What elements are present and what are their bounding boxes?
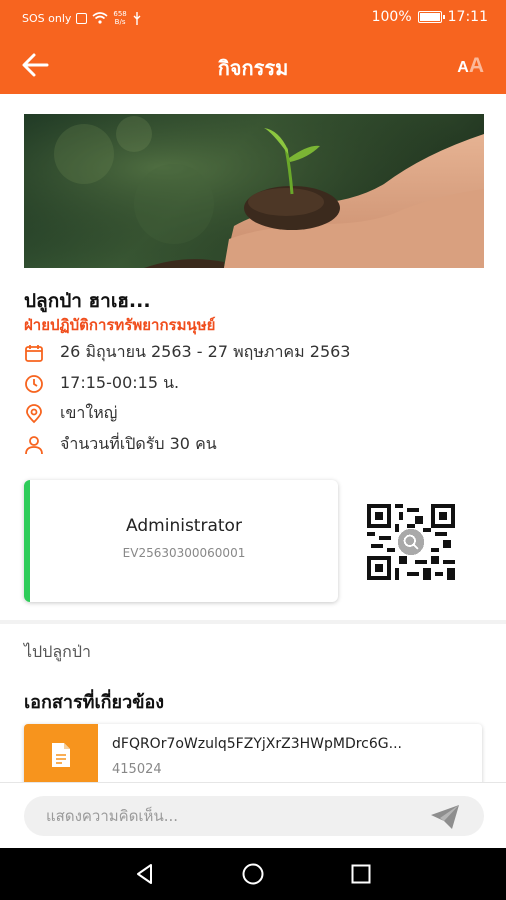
- document-icon-box: [24, 724, 98, 786]
- event-capacity-row: จำนวนที่เปิดรับ 30 คน: [24, 432, 217, 457]
- circle-home-icon: [242, 863, 264, 885]
- location-pin-icon: [26, 403, 42, 423]
- nav-back-button[interactable]: [133, 862, 157, 886]
- event-date: 26 มิถุนายน 2563 - 27 พฤษภาคม 2563: [60, 342, 351, 361]
- status-bar-right: 100% 17:11: [372, 9, 488, 25]
- section-divider: [0, 620, 506, 624]
- document-name: dFQROr7oWzulq5FZYjXrZ3HWpMDrc6G...: [112, 736, 402, 752]
- qr-code-icon: [367, 504, 455, 580]
- seedling-in-hands-illustration: [24, 114, 484, 268]
- ticket-status-bar: [24, 480, 30, 602]
- speed-unit: B/s: [114, 18, 126, 26]
- ticket-code: EV25630300060001: [122, 546, 246, 560]
- triangle-back-icon: [137, 864, 152, 884]
- event-description: ไปปลูกป่า: [24, 642, 91, 661]
- carrier-text: SOS only: [22, 11, 72, 25]
- event-organizer: ฝ่ายปฏิบัติการทรัพยากรมนุษย์: [24, 316, 216, 334]
- send-button[interactable]: [430, 804, 460, 830]
- event-cover-image: [24, 114, 484, 268]
- event-time-row: 17:15-00:15 น.: [24, 371, 179, 396]
- page-title: กิจกรรม: [217, 56, 289, 80]
- status-bar-left: SOS only 658 B/s: [22, 10, 142, 26]
- event-date-row: 26 มิถุนายน 2563 - 27 พฤษภาคม 2563: [24, 340, 350, 365]
- event-time: 17:15-00:15 น.: [60, 373, 180, 392]
- document-icon: [52, 743, 70, 767]
- network-speed: 658 B/s: [113, 10, 126, 26]
- comment-bar: [0, 782, 506, 848]
- speed-value: 658: [113, 10, 127, 18]
- battery-percent: 100%: [371, 9, 412, 25]
- document-size: 415024: [112, 762, 162, 777]
- person-icon: [25, 435, 43, 454]
- font-size-button[interactable]: AA: [457, 54, 484, 78]
- clock-icon: [25, 374, 43, 393]
- event-capacity: จำนวนที่เปิดรับ 30 คน: [60, 434, 217, 453]
- status-bar: SOS only 658 B/s 100% 17:11: [0, 0, 506, 36]
- ticket-card: Administrator EV25630300060001: [24, 480, 338, 602]
- square-recents-icon: [351, 864, 371, 884]
- clock: 17:11: [447, 9, 488, 25]
- send-icon: [431, 805, 459, 829]
- battery-level: [419, 13, 440, 21]
- calendar-icon: [25, 344, 43, 362]
- usb-icon: [133, 11, 141, 25]
- font-size-large-label: A: [468, 54, 484, 77]
- documents-heading: เอกสารที่เกี่ยวข้อง: [24, 692, 165, 713]
- comment-input[interactable]: [24, 796, 484, 836]
- nav-home-button[interactable]: [241, 862, 265, 886]
- nav-recents-button[interactable]: [349, 862, 373, 886]
- ticket-holder-name: Administrator: [126, 516, 242, 536]
- event-location-row: เขาใหญ่: [24, 401, 117, 426]
- qr-code-button[interactable]: [367, 504, 455, 580]
- system-navigation-bar: [0, 848, 506, 900]
- wifi-icon: [92, 12, 108, 24]
- document-item[interactable]: dFQROr7oWzulq5FZYjXrZ3HWpMDrc6G... 41502…: [24, 724, 482, 786]
- battery-icon: [417, 11, 445, 23]
- font-size-small-label: A: [457, 59, 469, 76]
- sim-icon: [76, 12, 88, 24]
- event-location: เขาใหญ่: [60, 403, 118, 422]
- event-title: ปลูกป่า ฮาเฮ...: [24, 290, 151, 312]
- app-bar: กิจกรรม AA: [0, 36, 506, 94]
